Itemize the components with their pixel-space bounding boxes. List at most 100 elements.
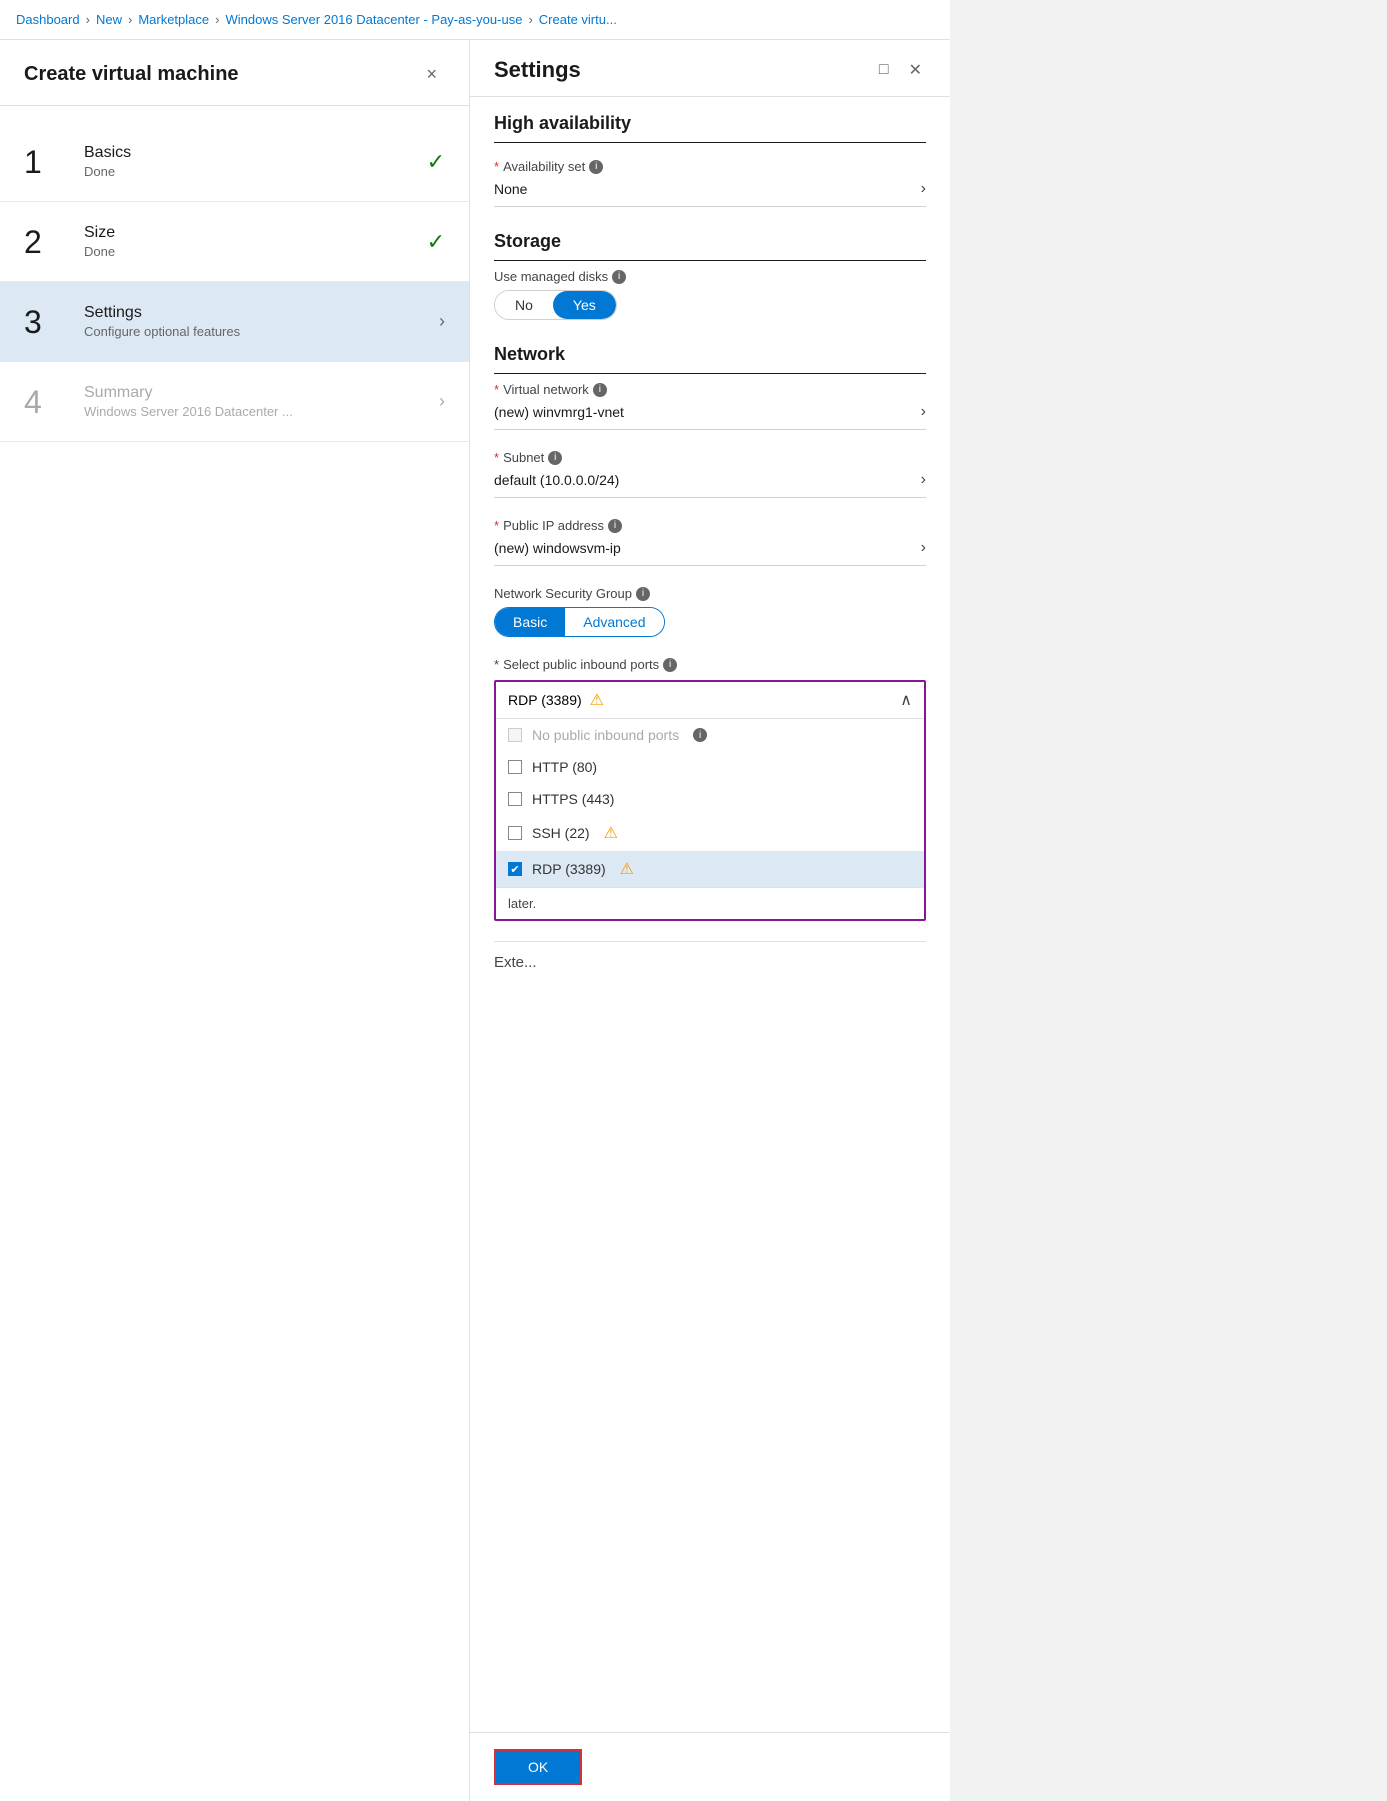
managed-disks-field: Use managed disks i No Yes xyxy=(494,269,926,320)
availability-set-value-row[interactable]: None › xyxy=(494,180,926,207)
close-button[interactable]: × xyxy=(418,60,445,89)
settings-header: Settings □ ✕ xyxy=(470,40,950,97)
managed-disks-no-button[interactable]: No xyxy=(495,291,553,319)
breadcrumb-dashboard[interactable]: Dashboard xyxy=(16,12,80,27)
nsg-info-icon[interactable]: i xyxy=(636,587,650,601)
public-ip-value-row[interactable]: (new) windowsvm-ip › xyxy=(494,539,926,566)
managed-disks-yes-button[interactable]: Yes xyxy=(553,291,616,319)
step-4-summary[interactable]: 4 Summary Windows Server 2016 Datacenter… xyxy=(0,362,469,442)
virtual-network-info-icon[interactable]: i xyxy=(593,383,607,397)
panel-header: Create virtual machine × xyxy=(0,40,469,106)
option-ssh-label: SSH (22) xyxy=(532,825,590,841)
option-rdp-checkbox: ✔ xyxy=(508,862,522,876)
settings-close-button[interactable]: ✕ xyxy=(905,56,926,84)
high-availability-title: High availability xyxy=(494,113,926,143)
managed-disks-info-icon[interactable]: i xyxy=(612,270,626,284)
right-panel: Settings □ ✕ High availability * Availab… xyxy=(470,40,950,1801)
step-3-number: 3 xyxy=(24,306,72,338)
option-http-label: HTTP (80) xyxy=(532,759,597,775)
public-ip-chevron-icon: › xyxy=(921,539,926,557)
availability-set-chevron-icon: › xyxy=(921,180,926,198)
step-2-size[interactable]: 2 Size Done ✓ xyxy=(0,202,469,282)
step-3-sublabel: Configure optional features xyxy=(84,324,431,339)
inbound-ports-trigger[interactable]: RDP (3389) ⚠ ∧ xyxy=(496,682,924,719)
option-no-inbound[interactable]: No public inbound ports i xyxy=(496,719,924,751)
nsg-basic-button[interactable]: Basic xyxy=(495,608,565,636)
step-1-basics[interactable]: 1 Basics Done ✓ xyxy=(0,122,469,202)
option-ssh-warning-icon: ⚠ xyxy=(604,823,618,843)
virtual-network-value: (new) winvmrg1-vnet xyxy=(494,404,624,420)
step-4-arrow-icon: › xyxy=(439,391,445,412)
virtual-network-field: * Virtual network i (new) winvmrg1-vnet … xyxy=(494,382,926,430)
breadcrumb-marketplace[interactable]: Marketplace xyxy=(138,12,209,27)
inbound-ports-info-icon[interactable]: i xyxy=(663,658,677,672)
subnet-chevron-icon: › xyxy=(921,471,926,489)
ok-button[interactable]: OK xyxy=(494,1749,582,1785)
step-1-label: Basics xyxy=(84,144,419,162)
nsg-advanced-button[interactable]: Advanced xyxy=(565,608,663,636)
option-rdp-warning-icon: ⚠ xyxy=(620,859,634,879)
inbound-ports-chevron-icon: ∧ xyxy=(900,690,912,710)
subnet-field: * Subnet i default (10.0.0.0/24) › xyxy=(494,450,926,498)
step-4-number: 4 xyxy=(24,386,72,418)
option-https-label: HTTPS (443) xyxy=(532,791,614,807)
step-3-arrow-icon: › xyxy=(439,311,445,332)
nsg-label: Network Security Group i xyxy=(494,586,926,601)
subnet-value: default (10.0.0.0/24) xyxy=(494,472,619,488)
availability-set-value: None xyxy=(494,181,527,197)
breadcrumb-product[interactable]: Windows Server 2016 Datacenter - Pay-as-… xyxy=(225,12,522,27)
nsg-toggle: Basic Advanced xyxy=(494,607,665,637)
inbound-ports-dropdown: RDP (3389) ⚠ ∧ No public inbound ports i xyxy=(494,680,926,921)
option-http[interactable]: HTTP (80) xyxy=(496,751,924,783)
availability-set-info-icon[interactable]: i xyxy=(589,160,603,174)
inbound-ports-section: * Select public inbound ports i RDP (338… xyxy=(494,657,926,921)
step-1-check-icon: ✓ xyxy=(427,149,445,175)
step-3-label: Settings xyxy=(84,304,431,322)
inbound-ports-warning-icon: ⚠ xyxy=(590,690,604,710)
subnet-label: * Subnet i xyxy=(494,450,926,465)
extension-hint: Exte... xyxy=(494,941,926,971)
step-3-settings[interactable]: 3 Settings Configure optional features › xyxy=(0,282,469,362)
option-no-inbound-label: No public inbound ports xyxy=(532,727,679,743)
virtual-network-chevron-icon: › xyxy=(921,403,926,421)
option-rdp-label: RDP (3389) xyxy=(532,861,606,877)
inbound-ports-options: No public inbound ports i HTTP (80) HTTP… xyxy=(496,719,924,919)
option-https-checkbox xyxy=(508,792,522,806)
step-1-sublabel: Done xyxy=(84,164,419,179)
step-4-info: Summary Windows Server 2016 Datacenter .… xyxy=(84,384,431,419)
breadcrumb-create[interactable]: Create virtu... xyxy=(539,12,617,27)
step-2-number: 2 xyxy=(24,226,72,258)
step-2-label: Size xyxy=(84,224,419,242)
maximize-button[interactable]: □ xyxy=(875,57,893,83)
managed-disks-label: Use managed disks i xyxy=(494,269,926,284)
step-2-check-icon: ✓ xyxy=(427,229,445,255)
option-ssh[interactable]: SSH (22) ⚠ xyxy=(496,815,924,851)
public-ip-info-icon[interactable]: i xyxy=(608,519,622,533)
public-ip-label: * Public IP address i xyxy=(494,518,926,533)
network-title: Network xyxy=(494,344,926,374)
managed-disks-toggle: No Yes xyxy=(494,290,617,320)
option-https[interactable]: HTTPS (443) xyxy=(496,783,924,815)
step-3-info: Settings Configure optional features xyxy=(84,304,431,339)
public-ip-value: (new) windowsvm-ip xyxy=(494,540,621,556)
header-actions: □ ✕ xyxy=(875,56,926,84)
extension-label: Exte... xyxy=(494,954,926,971)
availability-set-label: * Availability set i xyxy=(494,159,926,174)
virtual-network-value-row[interactable]: (new) winvmrg1-vnet › xyxy=(494,403,926,430)
step-2-info: Size Done xyxy=(84,224,419,259)
availability-set-field: * Availability set i None › xyxy=(494,159,926,207)
breadcrumb-new[interactable]: New xyxy=(96,12,122,27)
inbound-ports-selected: RDP (3389) ⚠ xyxy=(508,690,604,710)
breadcrumb: Dashboard › New › Marketplace › Windows … xyxy=(0,0,950,40)
settings-content: High availability * Availability set i N… xyxy=(470,97,950,1732)
subnet-info-icon[interactable]: i xyxy=(548,451,562,465)
later-text: later. xyxy=(496,887,924,919)
inbound-ports-label: * Select public inbound ports i xyxy=(494,657,926,672)
subnet-value-row[interactable]: default (10.0.0.0/24) › xyxy=(494,471,926,498)
step-1-info: Basics Done xyxy=(84,144,419,179)
option-rdp[interactable]: ✔ RDP (3389) ⚠ xyxy=(496,851,924,887)
option-ssh-checkbox xyxy=(508,826,522,840)
step-4-sublabel: Windows Server 2016 Datacenter ... xyxy=(84,404,431,419)
settings-title: Settings xyxy=(494,57,581,83)
nsg-field: Network Security Group i Basic Advanced xyxy=(494,586,926,637)
